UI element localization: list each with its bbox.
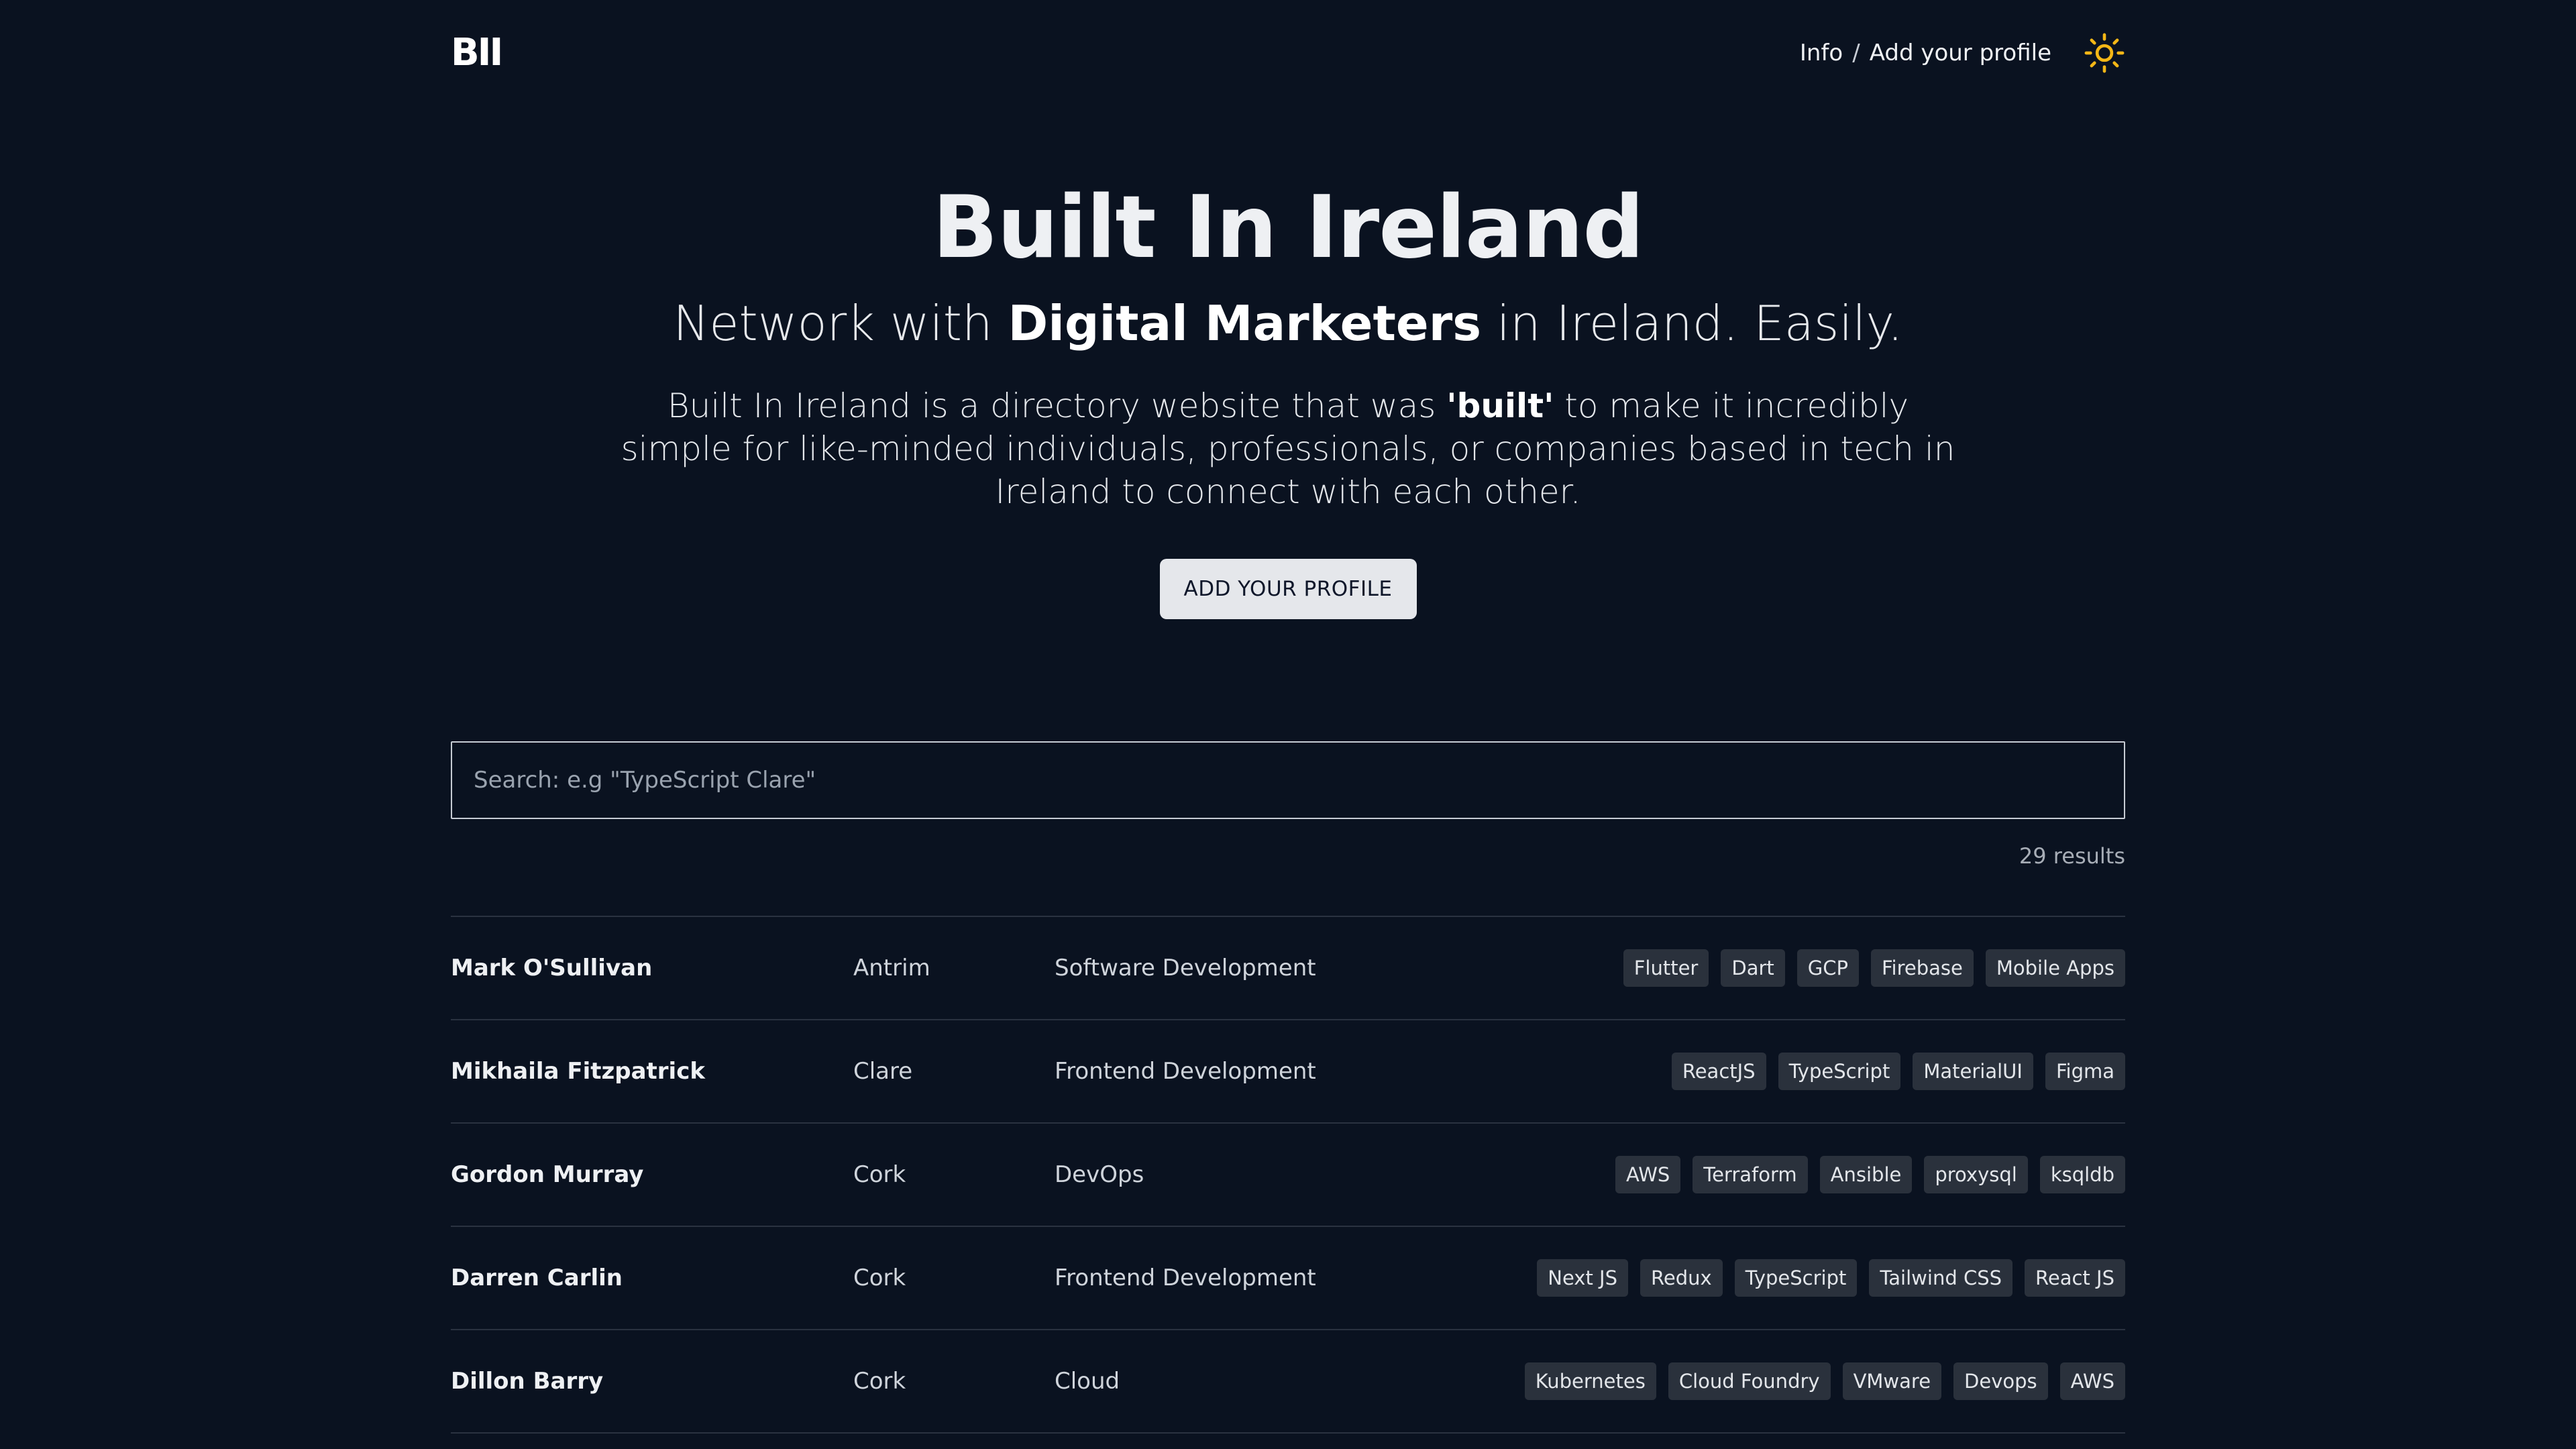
profile-tags: Flutter Dart GCP Firebase Mobile Apps: [1623, 949, 2125, 987]
skill-tag[interactable]: Ansible: [1819, 1156, 1913, 1193]
nav-separator: /: [1852, 40, 1860, 66]
header-nav: Info / Add your profile: [1800, 32, 2125, 74]
nav-links: Info / Add your profile: [1800, 40, 2051, 66]
skill-tag[interactable]: MaterialUI: [1913, 1053, 2033, 1090]
skill-tag[interactable]: Mobile Apps: [1985, 949, 2125, 987]
profile-location: Antrim: [853, 955, 930, 981]
skill-tag[interactable]: Devops: [1953, 1362, 2048, 1400]
hero-desc-bold: 'built': [1446, 386, 1554, 426]
profile-name[interactable]: Dillon Barry: [451, 1368, 603, 1395]
profile-name[interactable]: Darren Carlin: [451, 1265, 623, 1291]
profile-tags: Kubernetes Cloud Foundry VMware Devops AWS: [1524, 1362, 2125, 1400]
hero-description: Built In Ireland is a directory website …: [617, 384, 1959, 513]
skill-tag[interactable]: Redux: [1640, 1259, 1723, 1297]
skill-tag[interactable]: GCP: [1796, 949, 1859, 987]
skill-tag[interactable]: proxysql: [1924, 1156, 2028, 1193]
profile-name[interactable]: Mark O'Sullivan: [451, 955, 652, 981]
profile-list: Mark O'Sullivan Antrim Software Developmen…: [451, 916, 2125, 1434]
skill-tag[interactable]: VMware: [1842, 1362, 1942, 1400]
skill-tag[interactable]: Terraform: [1693, 1156, 1808, 1193]
profile-name[interactable]: Gordon Murray: [451, 1161, 643, 1188]
table-row[interactable]: Darren Carlin Cork Frontend Development Nex…: [451, 1227, 2125, 1330]
skill-tag[interactable]: Tailwind CSS: [1869, 1259, 2013, 1297]
nav-info-link[interactable]: Info: [1800, 40, 1843, 66]
nav-add-profile-link[interactable]: Add your profile: [1870, 40, 2051, 66]
sun-icon[interactable]: [2084, 32, 2125, 74]
search-input[interactable]: [451, 741, 2125, 819]
table-row[interactable]: Mikhaila Fitzpatrick Clare Frontend Develo…: [451, 1020, 2125, 1124]
hero-subtitle-post: in Ireland. Easily.: [1481, 294, 1903, 352]
table-row[interactable]: Gordon Murray Cork DevOps AWS Terraform Ansib…: [451, 1124, 2125, 1227]
skill-tag[interactable]: Firebase: [1870, 949, 1974, 987]
profile-location: Cork: [853, 1161, 906, 1188]
profile-tags: Next JS Redux TypeScript Tailwind CSS React …: [1537, 1259, 2125, 1297]
skill-tag[interactable]: AWS: [2059, 1362, 2125, 1400]
skill-tag[interactable]: Figma: [2045, 1053, 2125, 1090]
table-row[interactable]: Mark O'Sullivan Antrim Software Developmen…: [451, 917, 2125, 1020]
skill-tag[interactable]: React JS: [2025, 1259, 2125, 1297]
profile-tags: AWS Terraform Ansible proxysql ksqldb: [1615, 1156, 2125, 1193]
profile-location: Cork: [853, 1368, 906, 1395]
site-logo[interactable]: BII: [451, 34, 503, 72]
skill-tag[interactable]: Dart: [1721, 949, 1785, 987]
skill-tag[interactable]: Next JS: [1537, 1259, 1628, 1297]
search-area: 29 results: [451, 741, 2125, 869]
skill-tag[interactable]: Cloud Foundry: [1668, 1362, 1831, 1400]
hero-desc-pre: Built In Ireland is a directory website …: [667, 386, 1447, 426]
hero-subtitle: Network with Digital Marketers in Irelan…: [0, 294, 2576, 352]
skill-tag[interactable]: ksqldb: [2039, 1156, 2125, 1193]
skill-tag[interactable]: Kubernetes: [1524, 1362, 1656, 1400]
hero-subtitle-pre: Network with: [673, 294, 1008, 352]
skill-tag[interactable]: ReactJS: [1671, 1053, 1766, 1090]
site-header: BII Info / Add your profile: [451, 25, 2125, 80]
profile-category: DevOps: [1055, 1161, 1144, 1188]
skill-tag[interactable]: TypeScript: [1734, 1259, 1858, 1297]
profile-location: Clare: [853, 1058, 913, 1085]
profile-category: Cloud: [1055, 1368, 1120, 1395]
hero-title: Built In Ireland: [932, 178, 1644, 278]
profile-location: Cork: [853, 1265, 906, 1291]
profile-category: Frontend Development: [1055, 1058, 1316, 1085]
table-row[interactable]: Dillon Barry Cork Cloud Kubernetes Cloud Fou…: [451, 1330, 2125, 1434]
results-count: 29 results: [2019, 843, 2125, 869]
hero-section: Built In Ireland Network with Digital Ma…: [0, 178, 2576, 620]
skill-tag[interactable]: AWS: [1615, 1156, 1681, 1193]
skill-tag[interactable]: Flutter: [1623, 949, 1709, 987]
profile-category: Frontend Development: [1055, 1265, 1316, 1291]
add-profile-button[interactable]: ADD YOUR PROFILE: [1159, 559, 1417, 620]
profile-category: Software Development: [1055, 955, 1316, 981]
page: BII Info / Add your profile Built In Ire…: [0, 0, 2576, 1449]
profile-name[interactable]: Mikhaila Fitzpatrick: [451, 1058, 705, 1085]
skill-tag[interactable]: TypeScript: [1778, 1053, 1901, 1090]
profile-tags: ReactJS TypeScript MaterialUI Figma: [1671, 1053, 2125, 1090]
hero-subtitle-role: Digital Marketers: [1008, 294, 1482, 352]
